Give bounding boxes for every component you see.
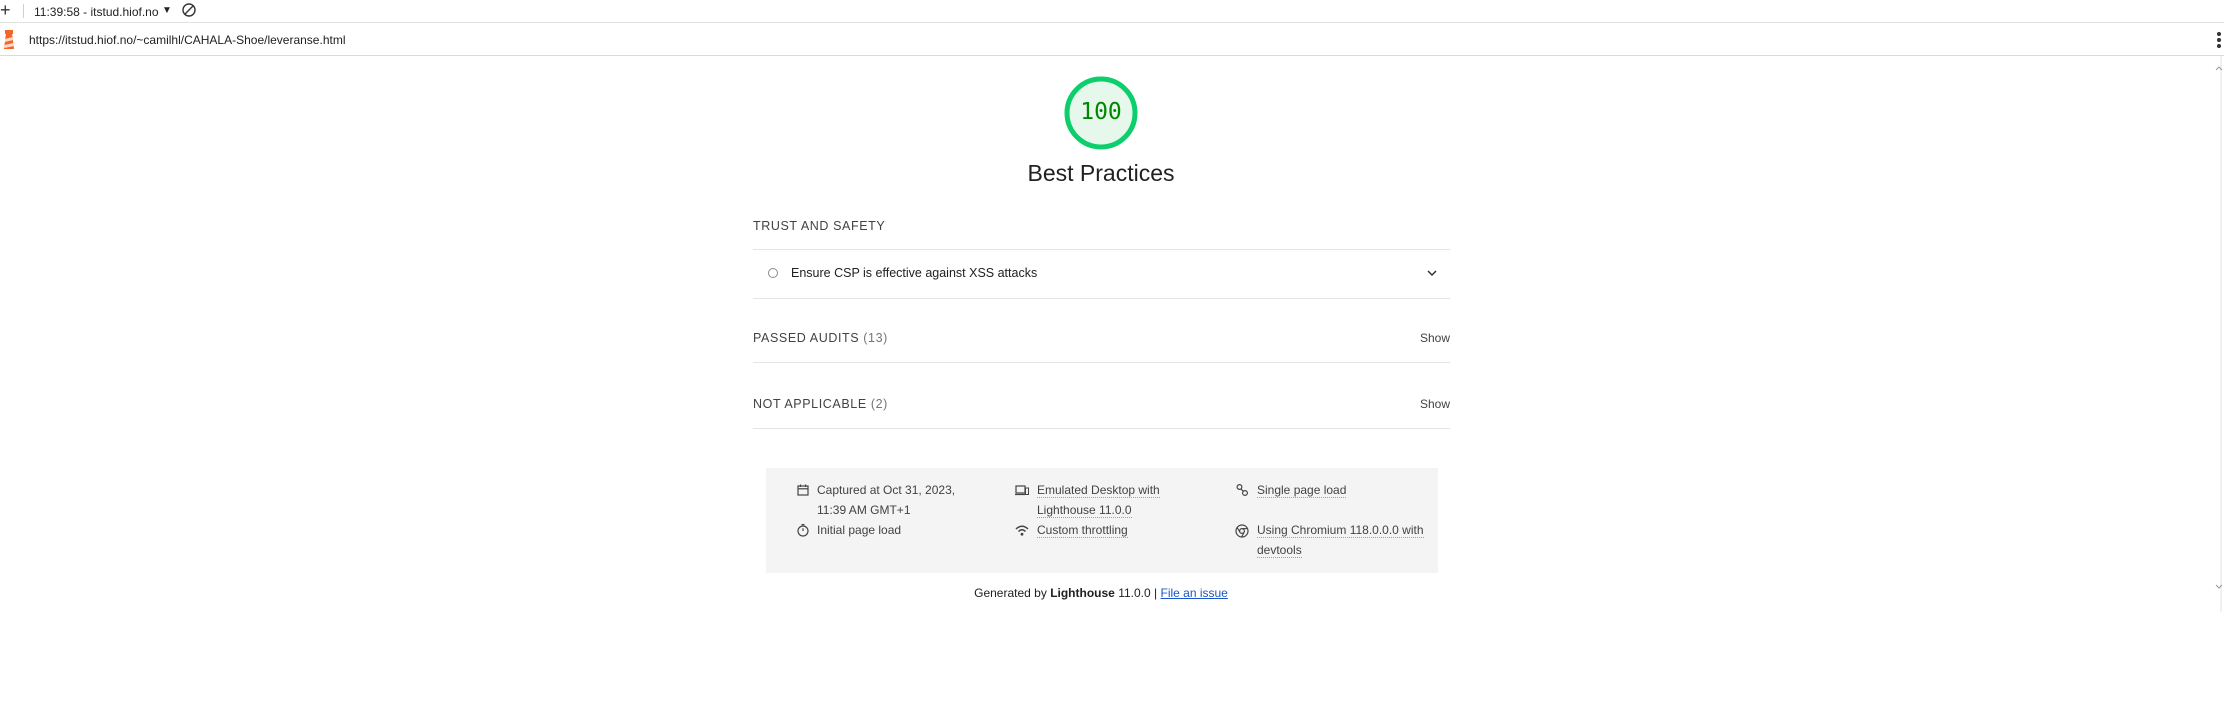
passed-audits-count: (13)	[863, 331, 888, 345]
not-applicable-count: (2)	[870, 397, 888, 411]
desktop-device-icon	[1015, 485, 1029, 496]
audit-status-icon	[768, 268, 778, 278]
report-url[interactable]: https://itstud.hiof.no/~camilhl/CAHALA-S…	[29, 33, 346, 47]
footer-generated-by: Generated by	[974, 586, 1047, 600]
score-value: 100	[1080, 99, 1122, 125]
captured-at-text: Captured at Oct 31, 2023, 11:39 AM GMT+1	[817, 483, 956, 517]
single-page-load-text[interactable]: Single page load	[1257, 480, 1347, 500]
wifi-icon	[1015, 525, 1029, 536]
runtime-settings-panel: Captured at Oct 31, 2023, 11:39 AM GMT+1…	[766, 468, 1438, 573]
more-options-icon[interactable]	[2216, 30, 2222, 50]
lighthouse-logo-icon	[4, 30, 14, 49]
toolbar-divider	[23, 4, 24, 18]
dropdown-caret-icon[interactable]: ▼	[162, 5, 172, 16]
devtools-toolbar: + 11:39:58 - itstud.hiof.no ▼	[0, 0, 2224, 23]
emulated-desktop-text[interactable]: Emulated Desktop with Lighthouse 11.0.0	[1037, 480, 1177, 520]
passed-audits-section[interactable]: PASSED AUDITS (13) Show	[753, 314, 1450, 363]
audit-title: Ensure CSP is effective against XSS atta…	[791, 266, 1038, 280]
chromium-version-text[interactable]: Using Chromium 118.0.0.0 with devtools	[1257, 520, 1435, 560]
passed-audits-show-button[interactable]: Show	[1420, 331, 1450, 345]
category-title: Best Practices	[1027, 160, 1175, 186]
chevron-down-icon[interactable]	[1425, 266, 1439, 280]
not-applicable-title: NOT APPLICABLE (2)	[753, 397, 888, 411]
file-issue-link[interactable]: File an issue	[1160, 586, 1227, 600]
not-applicable-show-button[interactable]: Show	[1420, 397, 1450, 411]
audit-group-title: TRUST AND SAFETY	[753, 219, 886, 233]
initial-page-load-text: Initial page load	[817, 523, 902, 537]
stopwatch-icon	[797, 524, 809, 537]
clear-icon[interactable]	[181, 2, 197, 18]
custom-throttling-text[interactable]: Custom throttling	[1037, 520, 1128, 540]
calendar-icon	[797, 484, 809, 496]
scrollbar[interactable]	[2212, 56, 2224, 612]
footer-brand: Lighthouse	[1050, 586, 1115, 600]
audit-row-csp-xss[interactable]: Ensure CSP is effective against XSS atta…	[753, 249, 1450, 299]
report-url-bar: https://itstud.hiof.no/~camilhl/CAHALA-S…	[0, 23, 2224, 56]
chromium-icon	[1235, 524, 1249, 538]
footer-version: 11.0.0 |	[1118, 586, 1158, 600]
not-applicable-section[interactable]: NOT APPLICABLE (2) Show	[753, 380, 1450, 429]
single-page-load-icon	[1236, 483, 1249, 497]
report-footer: Generated by Lighthouse 11.0.0 | File an…	[900, 586, 1302, 600]
passed-audits-title: PASSED AUDITS (13)	[753, 331, 888, 345]
new-report-icon[interactable]: +	[0, 1, 11, 19]
report-session-select[interactable]: 11:39:58 - itstud.hiof.no	[34, 5, 159, 19]
